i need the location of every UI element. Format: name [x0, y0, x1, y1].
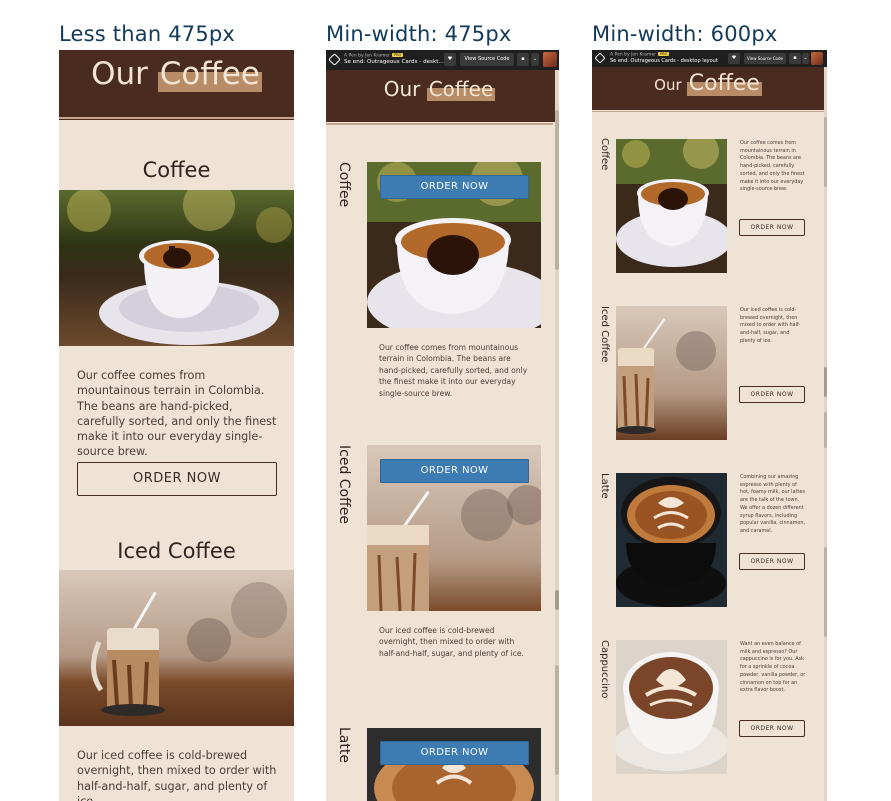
- mobile-layout-panel: Our Coffee Coffee Our coffee comes from …: [59, 50, 294, 801]
- codepen-bar: A Pen by Jen Kramer PRO Se end: Outrageou…: [592, 50, 827, 67]
- order-now-button-iced-coffee[interactable]: ORDER NOW: [739, 386, 805, 403]
- pro-badge: PRO: [392, 53, 404, 57]
- coffee-cup-image: [59, 190, 294, 346]
- codepen-logo-icon: [328, 53, 341, 66]
- site-logo[interactable]: Our Coffee: [326, 77, 553, 101]
- card-text-coffee: Our coffee comes from mountainous terrai…: [379, 343, 528, 398]
- pen-author: A Pen by Jen Kramer PRO: [344, 53, 404, 59]
- avatar[interactable]: [811, 52, 823, 65]
- card-text-iced-coffee: Our iced coffee is cold-brewed overnight…: [740, 307, 801, 344]
- pen-author: A Pen by Jen Kramer PRO: [610, 52, 670, 58]
- card-title-cappuccino: Cappuccino: [599, 640, 610, 699]
- card-text-latte: Combining our amazing espresso with plen…: [740, 474, 806, 534]
- scrollbar[interactable]: [824, 67, 827, 801]
- card-text-iced-coffee: Our iced coffee is cold-brewed overnight…: [77, 749, 277, 801]
- view-source-button[interactable]: View Source Code: [460, 53, 514, 66]
- logo-word-our: Our: [91, 56, 148, 92]
- scrollbar[interactable]: [555, 70, 559, 801]
- site-header: Our Coffee: [592, 67, 824, 108]
- heart-icon[interactable]: ♥: [444, 53, 456, 66]
- card-text-coffee: Our coffee comes from mountainous terrai…: [77, 369, 277, 459]
- scrollbar-thumb[interactable]: [555, 110, 559, 270]
- logo-word-our: Our: [383, 77, 421, 101]
- column-title-desktop: Min-width: 600px: [592, 22, 778, 46]
- view-source-button[interactable]: View Source Code: [744, 53, 786, 64]
- scrollbar-thumb[interactable]: [824, 117, 827, 187]
- site-header: Our Coffee: [326, 70, 559, 122]
- iced-coffee-image: [616, 306, 727, 440]
- card-title-iced-coffee: Iced Coffee: [117, 539, 236, 563]
- codepen-logo-icon: [594, 52, 606, 64]
- card-title-latte: Latte: [599, 473, 610, 499]
- pen-title: Se end: Outrageous Cards - desktop layou…: [610, 58, 718, 64]
- card-text-iced-coffee: Our iced coffee is cold-brewed overnight…: [379, 626, 524, 658]
- card-text-cappuccino: Want an even balance of milk and espress…: [740, 641, 806, 694]
- order-now-button-latte[interactable]: ORDER NOW: [739, 553, 805, 570]
- chevron-down-icon[interactable]: ⌄: [802, 53, 809, 64]
- logo-word-coffee: Coffee: [157, 56, 262, 92]
- pin-icon[interactable]: ▪: [789, 53, 801, 64]
- iced-coffee-image: [59, 570, 294, 726]
- card-text-coffee: Our coffee comes from mountainous terrai…: [740, 140, 805, 193]
- order-now-button-latte[interactable]: ORDER NOW: [380, 741, 529, 765]
- card-title-iced-coffee: Iced Coffee: [336, 445, 352, 524]
- cappuccino-image: [616, 640, 727, 774]
- order-now-button-cappuccino[interactable]: ORDER NOW: [739, 720, 805, 737]
- site-header: Our Coffee: [59, 50, 294, 120]
- site-logo[interactable]: Our Coffee: [59, 56, 294, 92]
- coffee-cup-image: [616, 139, 727, 273]
- card-title-latte: Latte: [336, 727, 352, 763]
- logo-word-coffee: Coffee: [686, 71, 762, 96]
- pin-icon[interactable]: ▪: [517, 53, 529, 66]
- heart-icon[interactable]: ♥: [728, 53, 740, 64]
- chevron-down-icon[interactable]: ⌄: [531, 53, 539, 66]
- pro-badge: PRO: [658, 52, 670, 56]
- card-title-coffee: Coffee: [599, 138, 610, 171]
- order-now-button-coffee[interactable]: ORDER NOW: [739, 219, 805, 236]
- order-now-button-iced-coffee[interactable]: ORDER NOW: [380, 459, 529, 483]
- logo-word-coffee: Coffee: [426, 77, 496, 101]
- desktop-layout-panel: A Pen by Jen Kramer PRO Se end: Outrageou…: [592, 50, 827, 801]
- pen-title: Se end: Outrageous Cards - deskt...: [344, 59, 444, 65]
- site-logo[interactable]: Our Coffee: [592, 71, 824, 96]
- column-title-mobile: Less than 475px: [59, 22, 236, 46]
- card-title-coffee: Coffee: [336, 162, 352, 208]
- logo-word-our: Our: [654, 76, 682, 94]
- order-now-button-coffee[interactable]: ORDER NOW: [380, 175, 529, 199]
- card-title-coffee: Coffee: [142, 158, 211, 182]
- latte-image: [616, 473, 727, 607]
- order-now-button-coffee[interactable]: ORDER NOW: [77, 462, 277, 496]
- codepen-bar: A Pen by Jen Kramer PRO Se end: Outrageou…: [326, 50, 559, 70]
- tablet-layout-panel: A Pen by Jen Kramer PRO Se end: Outrageou…: [326, 50, 559, 801]
- column-title-tablet: Min-width: 475px: [326, 22, 512, 46]
- avatar[interactable]: [543, 52, 557, 67]
- card-title-iced-coffee: Iced Coffee: [599, 306, 610, 363]
